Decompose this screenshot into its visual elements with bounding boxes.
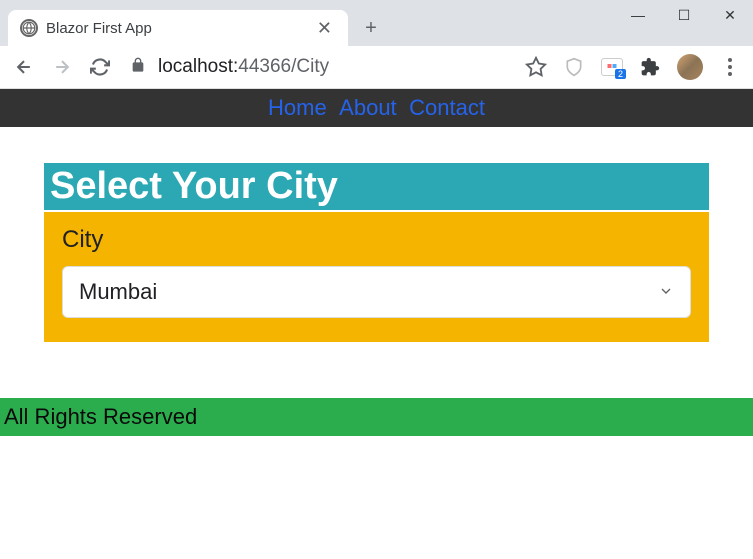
bookmark-star-icon[interactable]	[525, 56, 547, 78]
back-button[interactable]	[12, 55, 36, 79]
page-content: Home About Contact Select Your City City…	[0, 89, 753, 436]
nav-link-home[interactable]: Home	[268, 95, 327, 120]
address-text: localhost:44366/City	[158, 56, 329, 78]
city-label: City	[62, 226, 691, 254]
city-selected-value: Mumbai	[79, 279, 157, 305]
profile-avatar[interactable]	[677, 54, 703, 80]
page-title: Select Your City	[44, 163, 709, 210]
extension-icon[interactable]: 2	[601, 56, 623, 78]
main-area: Select Your City City Mumbai	[0, 127, 753, 342]
window-minimize-button[interactable]: —	[615, 0, 661, 30]
shield-icon[interactable]	[563, 56, 585, 78]
menu-button[interactable]	[719, 56, 741, 78]
top-nav: Home About Contact	[0, 89, 753, 127]
new-tab-button[interactable]: +	[356, 13, 386, 43]
tab-close-icon[interactable]: ✕	[313, 18, 336, 39]
reload-button[interactable]	[88, 55, 112, 79]
footer-text: All Rights Reserved	[4, 404, 197, 429]
extensions-puzzle-icon[interactable]	[639, 56, 661, 78]
lock-icon	[130, 57, 146, 78]
window-controls: — ☐ ✕	[615, 0, 753, 30]
toolbar-right: 2	[525, 54, 741, 80]
extension-badge-count: 2	[615, 69, 626, 79]
address-bar[interactable]: localhost:44366/City	[126, 56, 511, 78]
forward-button[interactable]	[50, 55, 74, 79]
browser-tab[interactable]: Blazor First App ✕	[8, 10, 348, 46]
globe-icon	[20, 19, 38, 37]
city-form-block: City Mumbai	[44, 212, 709, 342]
window-maximize-button[interactable]: ☐	[661, 0, 707, 30]
tab-title: Blazor First App	[46, 20, 305, 37]
nav-link-about[interactable]: About	[339, 95, 397, 120]
window-close-button[interactable]: ✕	[707, 0, 753, 30]
footer: All Rights Reserved	[0, 398, 753, 436]
chevron-down-icon	[658, 279, 674, 305]
city-select[interactable]: Mumbai	[62, 266, 691, 318]
nav-link-contact[interactable]: Contact	[409, 95, 485, 120]
browser-toolbar: localhost:44366/City 2	[0, 46, 753, 89]
